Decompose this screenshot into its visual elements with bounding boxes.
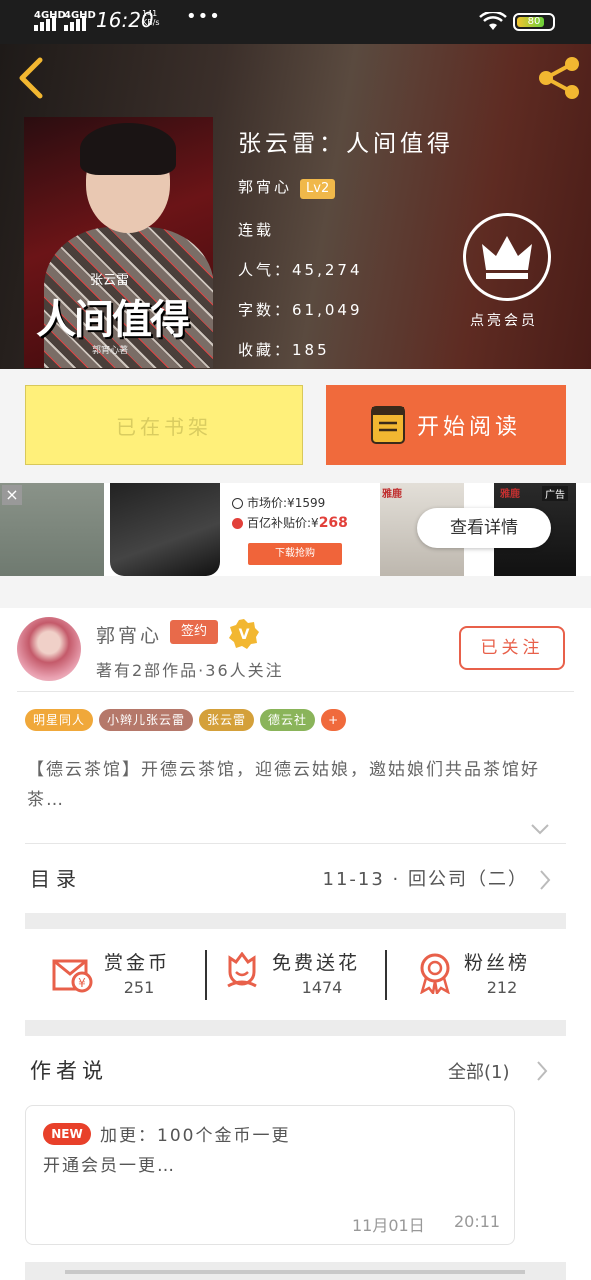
crown-icon	[482, 236, 532, 279]
note-line-2: 开通会员一更…	[43, 1156, 176, 1176]
gift-flowers-count: 1474	[301, 978, 343, 997]
start-reading-label: 开始阅读	[416, 415, 521, 440]
battery-percent: 80	[527, 16, 541, 27]
author-card-name[interactable]: 郭宵心	[96, 621, 162, 648]
follow-button[interactable]: 已关注	[459, 626, 565, 670]
note-line-1: 加更：100个金币一更	[100, 1126, 291, 1146]
radio-icon	[232, 498, 243, 509]
divider-2	[25, 843, 566, 844]
book-status: 连载	[238, 221, 275, 239]
section-gap-2	[25, 1020, 566, 1036]
back-button[interactable]	[14, 56, 46, 100]
book-cover[interactable]: 张云雷 人间值得 郭宵心著	[24, 117, 213, 368]
chevron-right-icon	[540, 870, 551, 890]
author-stats: 著有2部作品·36人关注	[96, 661, 284, 680]
signal-icon-2	[64, 13, 86, 31]
book-intro[interactable]: 【德云茶馆】开德云茶馆，迎德云姑娘，邀姑娘们共品茶馆好茶…	[27, 755, 565, 815]
cover-title: 人间值得	[36, 296, 190, 343]
book-icon	[370, 406, 405, 444]
gift-coins[interactable]: ¥ 赏金币 251	[50, 944, 180, 1004]
book-title: 张云雷：人间值得	[238, 131, 454, 157]
signed-badge: 签约	[170, 620, 218, 644]
gift-flowers-label: 免费送花	[272, 952, 361, 974]
author-name[interactable]: 郭宵心	[238, 178, 292, 196]
flower-icon	[227, 952, 257, 988]
tag-more-button[interactable]: +	[321, 709, 347, 731]
tag-2[interactable]: 张云雷	[199, 709, 255, 731]
tag-0[interactable]: 明星同人	[25, 709, 94, 731]
cover-byline: 郭宵心著	[92, 346, 129, 356]
tag-list: 明星同人 小辫儿张云雷 张云雷 德云社 +	[25, 709, 352, 731]
signal-icon	[34, 13, 56, 31]
gift-divider	[205, 950, 207, 1000]
expand-chevron-icon[interactable]	[530, 822, 550, 836]
author-notes-title: 作者说	[30, 1059, 108, 1083]
gift-flowers[interactable]: 免费送花 1474	[224, 944, 374, 1004]
catalog-label: 目录	[30, 867, 82, 891]
on-shelf-button[interactable]: 已在书架	[25, 385, 303, 465]
author-avatar[interactable]	[17, 617, 81, 681]
word-count: 字数：61,049	[238, 301, 363, 319]
start-reading-button[interactable]: 开始阅读	[326, 385, 566, 465]
gift-divider-2	[385, 950, 387, 1000]
divider	[17, 691, 574, 692]
ad-close-icon[interactable]: ×	[2, 485, 22, 505]
coin-envelope-icon: ¥	[52, 959, 93, 993]
collections: 收藏：185	[238, 341, 330, 359]
ad-brand: 雅鹿	[382, 489, 402, 500]
ad-label: 广告	[542, 486, 568, 501]
subsidy-price: 百亿补贴价:¥268	[232, 514, 348, 531]
ad-download-button[interactable]: 下载抢购	[248, 543, 342, 565]
vip-crown-button[interactable]	[463, 213, 551, 301]
net-speed: 141 KB/s	[142, 9, 160, 27]
share-button[interactable]	[536, 55, 582, 101]
latest-chapter: 11-13 · 回公司（二）	[322, 869, 528, 890]
chevron-right-icon-2[interactable]	[535, 1060, 549, 1082]
svg-text:V: V	[239, 627, 250, 643]
gift-coins-label: 赏金币	[104, 952, 171, 974]
section-gap	[25, 913, 566, 929]
svg-text:¥: ¥	[78, 976, 86, 990]
medal-icon	[420, 953, 450, 994]
verified-v-icon: V	[229, 619, 259, 649]
gift-coins-count: 251	[123, 978, 155, 997]
new-badge: NEW	[43, 1123, 91, 1145]
popularity: 人气：45,274	[238, 261, 363, 279]
ad-details-button[interactable]: 查看详情	[417, 508, 551, 548]
battery-icon: 80	[513, 13, 555, 31]
tag-3[interactable]: 德云社	[260, 709, 316, 731]
book-header: 张云雷 人间值得 郭宵心著 张云雷：人间值得 郭宵心 Lv2 连载 人气：45,2…	[0, 44, 591, 369]
note-date: 11月01日	[352, 1216, 425, 1235]
fan-ranking-label: 粉丝榜	[464, 952, 531, 974]
ad-brand-2: 雅鹿	[500, 489, 520, 500]
author-note-card[interactable]: NEW 加更：100个金币一更 开通会员一更… 11月01日 20:11	[25, 1105, 515, 1245]
check-icon	[232, 518, 243, 529]
market-price: 市场价:¥1599	[232, 494, 325, 511]
ad-banner[interactable]: × 市场价:¥1599 百亿补贴价:¥268 下载抢购 雅鹿 雅鹿 广告 查看详…	[0, 483, 591, 576]
catalog-row[interactable]: 目录 11-13 · 回公司（二）	[25, 845, 566, 913]
level-badge: Lv2	[300, 179, 336, 199]
fan-ranking-count: 212	[486, 978, 518, 997]
notes-all-link[interactable]: 全部(1)	[448, 1058, 510, 1084]
tag-1[interactable]: 小辫儿张云雷	[99, 709, 194, 731]
status-bar: 4GHD 4GHD 16:20 141 KB/s ••• 80	[0, 0, 591, 44]
vip-label[interactable]: 点亮会员	[470, 310, 538, 330]
cover-subtitle: 张云雷	[90, 273, 130, 288]
ad-fabric-image	[110, 483, 220, 576]
author-line[interactable]: 郭宵心 Lv2	[238, 176, 336, 199]
more-status-icon: •••	[186, 6, 221, 27]
bottom-strip	[25, 1262, 566, 1280]
fan-ranking[interactable]: 粉丝榜 212	[416, 944, 546, 1004]
note-time: 20:11	[454, 1212, 501, 1231]
bottom-bar	[65, 1270, 525, 1274]
wifi-icon	[479, 12, 507, 30]
